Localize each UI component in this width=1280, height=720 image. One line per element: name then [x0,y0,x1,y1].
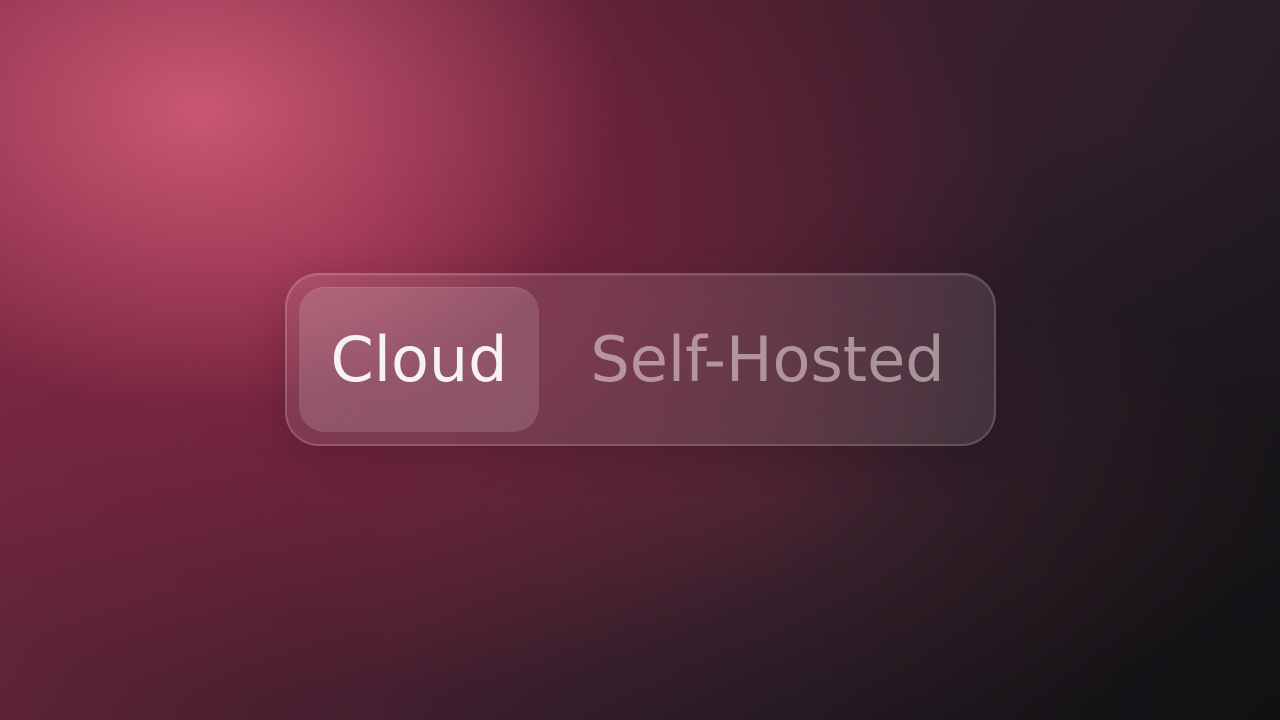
self-hosted-option[interactable]: Self-Hosted [551,287,984,432]
cloud-option[interactable]: Cloud [299,287,539,432]
cloud-option-label: Cloud [330,323,508,396]
self-hosted-option-label: Self-Hosted [590,323,945,396]
deployment-segmented-control: Cloud Self-Hosted [285,273,996,446]
